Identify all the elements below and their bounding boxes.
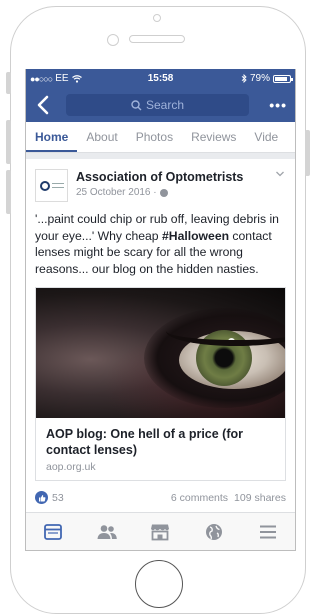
link-title: AOP blog: One hell of a price (for conta…	[46, 427, 244, 457]
volume-down-button	[6, 170, 11, 214]
friends-icon	[97, 524, 117, 539]
feed-post: Association of Optometrists 25 October 2…	[26, 159, 295, 277]
status-bar: ●●○○○ EE 15:58 79%	[26, 69, 295, 88]
mute-switch	[6, 72, 11, 94]
search-icon	[131, 99, 142, 110]
like-reaction-icon	[35, 491, 48, 504]
tab-friends[interactable]	[93, 518, 121, 546]
logo-text-mark	[51, 183, 64, 188]
tab-menu[interactable]	[254, 518, 282, 546]
public-globe-icon	[159, 188, 168, 197]
link-preview-card[interactable]: AOP blog: One hell of a price (for conta…	[35, 287, 286, 481]
tab-notifications[interactable]	[200, 518, 228, 546]
page-avatar[interactable]	[35, 169, 68, 202]
link-preview-body: AOP blog: One hell of a price (for conta…	[36, 418, 285, 480]
post-text: '...paint could chip or rub off, leaving…	[35, 211, 286, 277]
battery-icon	[273, 74, 293, 83]
back-arrow-icon[interactable]	[34, 94, 54, 116]
post-date[interactable]: 25 October 2016 ·	[76, 187, 157, 198]
proximity-sensor	[153, 14, 161, 22]
phone-screen: ●●○○○ EE 15:58 79% Search ••• Home About…	[25, 69, 296, 551]
volume-up-button	[6, 120, 11, 164]
bottom-tab-bar	[26, 512, 295, 550]
navigation-bar: Search •••	[26, 88, 295, 122]
menu-icon	[260, 525, 277, 538]
like-count[interactable]: 53	[52, 492, 64, 504]
search-input[interactable]: Search	[66, 94, 249, 116]
link-domain: aop.org.uk	[46, 461, 96, 473]
tab-marketplace[interactable]	[146, 518, 174, 546]
earpiece-speaker	[129, 35, 185, 43]
page-tabs: Home About Photos Reviews Vide	[26, 122, 295, 153]
power-button	[305, 130, 310, 176]
search-placeholder: Search	[145, 98, 185, 112]
marketplace-icon	[151, 524, 170, 540]
tab-home[interactable]: Home	[26, 130, 78, 152]
tab-about[interactable]: About	[77, 130, 126, 152]
bluetooth-icon	[241, 74, 247, 83]
post-meta: 25 October 2016 ·	[76, 187, 243, 198]
share-count[interactable]: 109 shares	[234, 492, 286, 504]
logo-ring	[39, 180, 50, 191]
battery-percent: 79%	[249, 73, 270, 84]
comment-count[interactable]: 6 comments	[171, 492, 228, 504]
tab-reviews[interactable]: Reviews	[182, 130, 245, 152]
chevron-down-icon[interactable]	[275, 169, 285, 179]
globe-icon	[206, 523, 223, 540]
news-feed-icon	[43, 523, 62, 540]
tab-videos[interactable]: Vide	[245, 130, 287, 152]
home-button[interactable]	[135, 560, 183, 608]
hashtag-link[interactable]: #Halloween	[162, 229, 229, 243]
more-options-icon[interactable]: •••	[269, 97, 287, 113]
tab-photos[interactable]: Photos	[127, 130, 182, 152]
thumbs-up-icon	[38, 494, 45, 501]
post-stats: 53 6 comments 109 shares	[26, 481, 295, 504]
post-header: Association of Optometrists 25 October 2…	[35, 169, 286, 202]
link-preview-image	[36, 288, 285, 418]
front-camera	[107, 34, 119, 46]
page-name[interactable]: Association of Optometrists	[76, 170, 243, 184]
tab-news-feed[interactable]	[39, 518, 67, 546]
